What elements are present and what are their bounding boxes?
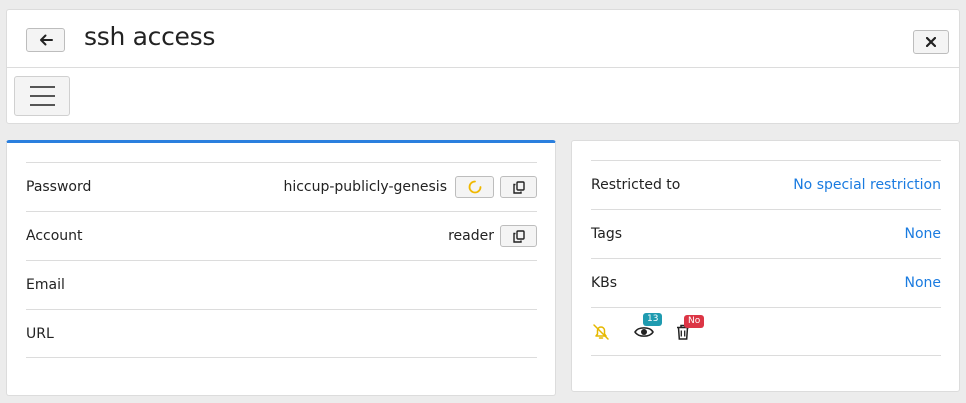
email-row: Email	[26, 260, 537, 309]
watchers-toggle[interactable]: 13	[634, 312, 663, 342]
copy-password-button[interactable]	[500, 176, 537, 198]
title-bar: ssh access	[7, 10, 959, 68]
arrow-left-icon	[39, 34, 53, 46]
restricted-row: Restricted to No special restriction	[591, 160, 941, 209]
tags-link[interactable]: None	[904, 226, 941, 242]
email-label: Email	[26, 277, 65, 293]
restricted-label: Restricted to	[591, 177, 681, 193]
menu-button[interactable]	[14, 76, 70, 116]
kbs-row: KBs None	[591, 258, 941, 307]
copy-icon	[512, 229, 525, 243]
copy-icon	[512, 180, 525, 194]
hamburger-icon	[29, 86, 55, 88]
bell-slash-icon	[593, 323, 609, 340]
header-card: ssh access	[6, 9, 960, 124]
page-title: ssh access	[84, 22, 216, 51]
restricted-link[interactable]: No special restriction	[793, 177, 941, 193]
details-card: Password hiccup-publicly-genesis Account…	[6, 140, 556, 396]
password-value: hiccup-publicly-genesis	[283, 179, 447, 195]
delete-toggle[interactable]: No	[675, 314, 705, 342]
meta-card: Restricted to No special restriction Tag…	[571, 140, 960, 392]
notifications-toggle[interactable]	[591, 322, 611, 342]
url-label: URL	[26, 325, 54, 342]
kbs-label: KBs	[591, 275, 618, 291]
tags-label: Tags	[591, 226, 622, 242]
back-button[interactable]	[26, 28, 65, 52]
generate-password-button[interactable]	[455, 176, 494, 198]
close-icon	[926, 37, 936, 47]
spinner-icon	[468, 180, 481, 194]
copy-account-button[interactable]	[500, 225, 537, 247]
account-row: Account reader	[26, 211, 537, 260]
password-label: Password	[26, 179, 92, 195]
password-row: Password hiccup-publicly-genesis	[26, 162, 537, 211]
url-row: URL	[26, 309, 537, 358]
kbs-link[interactable]: None	[904, 275, 941, 291]
eye-icon	[634, 326, 654, 337]
close-button[interactable]	[913, 30, 949, 54]
tags-row: Tags None	[591, 209, 941, 258]
account-label: Account	[26, 228, 83, 244]
account-value: reader	[448, 228, 494, 244]
actions-row: 13 No	[591, 307, 941, 356]
delete-status-badge: No	[684, 314, 705, 328]
watchers-count-badge: 13	[643, 312, 663, 326]
